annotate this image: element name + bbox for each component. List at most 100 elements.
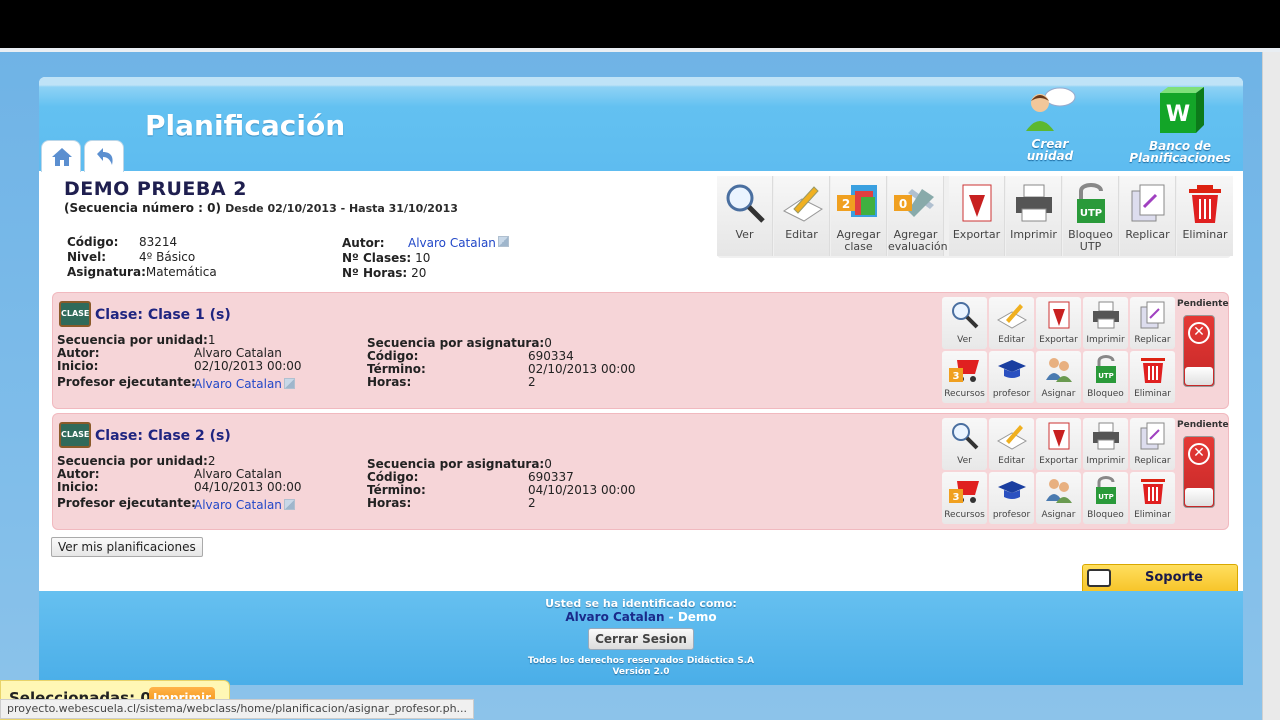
clase-bloqueo-label: Bloqueo <box>1087 389 1124 399</box>
imprimir-label: Imprimir <box>1010 228 1057 241</box>
clase-exportar-label: Exportar <box>1039 335 1078 345</box>
browser-top-strip <box>0 48 1280 52</box>
replicate-icon <box>1140 422 1164 450</box>
external-link-icon[interactable] <box>283 378 295 389</box>
plan-info-left: Código: 83214 Nivel: 4º Básico Asignatura:… <box>67 235 217 280</box>
clases-value: 10 <box>415 251 431 265</box>
clase-imprimir-button[interactable]: Imprimir <box>1083 418 1128 470</box>
back-tab[interactable] <box>84 140 124 172</box>
clase-bloqueo-button[interactable]: UTP Bloqueo <box>1083 351 1128 403</box>
clase-profesor-button[interactable]: profesor <box>989 351 1034 403</box>
recursos-badge: 3 <box>952 371 959 382</box>
agregar-clase-label: Agregar clase <box>836 228 881 253</box>
horas-value: 2 <box>528 375 536 389</box>
clase-recursos-button[interactable]: 3 Recursos <box>942 351 987 403</box>
lock-utp-icon: UTP <box>1095 476 1116 504</box>
clase-editar-label: Editar <box>998 335 1025 345</box>
clase-bloqueo-button[interactable]: UTP Bloqueo <box>1083 472 1128 524</box>
resources-cart-icon: 3 <box>948 481 979 503</box>
profesor-link[interactable]: Alvaro Catalan <box>194 498 282 512</box>
clase-imprimir-label: Imprimir <box>1086 335 1125 345</box>
external-link-icon[interactable] <box>497 236 509 247</box>
inicio-label: Inicio: <box>57 359 99 373</box>
graduation-cap-icon <box>997 481 1026 499</box>
clase-exportar-button[interactable]: Exportar <box>1036 297 1081 349</box>
clase-recursos-label: Recursos <box>944 389 985 399</box>
clase-title[interactable]: Clase: Clase 1 (s) <box>95 307 231 323</box>
agregar-evaluacion-button[interactable]: 0 Agregar evaluación <box>888 176 948 256</box>
clase-ver-button[interactable]: Ver <box>942 297 987 349</box>
clase-exportar-label: Exportar <box>1039 456 1078 466</box>
edit-icon <box>782 186 823 222</box>
clase-exportar-button[interactable]: Exportar <box>1036 418 1081 470</box>
recursos-badge: 3 <box>952 492 959 503</box>
back-arrow-icon <box>97 148 113 165</box>
graduation-cap-icon <box>997 360 1026 378</box>
main-container: Planificación Crear unidad W Banco de Pl… <box>39 77 1243 685</box>
ver-mis-planificaciones-button[interactable]: Ver mis planificaciones <box>51 537 203 557</box>
clase-eliminar-label: Eliminar <box>1134 510 1171 520</box>
clase-ver-label: Ver <box>957 456 972 466</box>
clase-replicar-button[interactable]: Replicar <box>1130 297 1175 349</box>
eliminar-button[interactable]: Eliminar <box>1177 176 1233 256</box>
clase-profesor-button[interactable]: profesor <box>989 472 1034 524</box>
printer-icon <box>1015 184 1052 222</box>
page-footer: Usted se ha identificado como: Alvaro Ca… <box>39 591 1243 685</box>
ver-button[interactable]: Ver <box>717 176 773 256</box>
home-tab[interactable] <box>41 140 81 172</box>
home-icon <box>52 148 72 166</box>
pdf-export-icon <box>962 184 991 222</box>
pendiente-toggle[interactable]: Pendiente ✕ <box>1177 420 1229 520</box>
pendiente-label: Pendiente <box>1177 299 1229 309</box>
editar-button[interactable]: Editar <box>774 176 830 256</box>
banco-planificaciones-button[interactable]: W Banco de Planificaciones <box>1124 85 1236 164</box>
termino-value: 02/10/2013 00:00 <box>528 362 636 376</box>
cerrar-sesion-button[interactable]: Cerrar Sesion <box>588 628 694 650</box>
pendiente-switch[interactable]: ✕ <box>1183 315 1215 387</box>
clase-eliminar-button[interactable]: Eliminar <box>1130 472 1175 524</box>
banco-label: Banco de Planificaciones <box>1129 139 1231 165</box>
exportar-label: Exportar <box>952 228 1001 241</box>
clase-asignar-button[interactable]: Asignar <box>1036 351 1081 403</box>
asignatura-label: Asignatura: <box>67 265 146 279</box>
seq-unidad-label: Secuencia por unidad: <box>57 333 208 347</box>
close-circle-icon: ✕ <box>1188 322 1210 344</box>
asignatura-value: Matemática <box>145 265 217 279</box>
horas-label: Horas: <box>367 496 412 510</box>
termino-label: Término: <box>367 362 426 376</box>
agregar-clase-button[interactable]: 2 Agregar clase <box>831 176 887 256</box>
soporte-button[interactable]: Soporte <box>1082 564 1238 592</box>
clase-editar-button[interactable]: Editar <box>989 418 1034 470</box>
page-scrollbar[interactable] <box>1262 52 1280 720</box>
inicio-label: Inicio: <box>57 480 99 494</box>
clase-imprimir-button[interactable]: Imprimir <box>1083 297 1128 349</box>
exportar-button[interactable]: Exportar <box>949 176 1005 256</box>
editar-label: Editar <box>785 228 818 241</box>
clase-replicar-label: Replicar <box>1134 456 1171 466</box>
autor-label: Autor: <box>57 467 100 481</box>
chat-bubble-icon <box>1087 569 1111 587</box>
external-link-icon[interactable] <box>283 499 295 510</box>
imprimir-button[interactable]: Imprimir <box>1006 176 1062 256</box>
pendiente-label: Pendiente <box>1177 420 1229 430</box>
crear-unidad-button[interactable]: Crear unidad <box>1011 85 1089 162</box>
pendiente-switch[interactable]: ✕ <box>1183 436 1215 508</box>
clase-ver-button[interactable]: Ver <box>942 418 987 470</box>
replicar-button[interactable]: Replicar <box>1120 176 1176 256</box>
clase-asignar-button[interactable]: Asignar <box>1036 472 1081 524</box>
clase-editar-button[interactable]: Editar <box>989 297 1034 349</box>
bloqueo-utp-button[interactable]: UTP Bloqueo UTP <box>1063 176 1119 256</box>
svg-text:UTP: UTP <box>1079 208 1101 219</box>
agregar-clase-badge: 2 <box>841 197 849 211</box>
edit-icon <box>996 304 1027 329</box>
profesor-link[interactable]: Alvaro Catalan <box>194 377 282 391</box>
clase-replicar-button[interactable]: Replicar <box>1130 418 1175 470</box>
clase-eliminar-button[interactable]: Eliminar <box>1130 351 1175 403</box>
pendiente-toggle[interactable]: Pendiente ✕ <box>1177 299 1229 399</box>
clase-recursos-button[interactable]: 3 Recursos <box>942 472 987 524</box>
codigo-label: Código: <box>67 235 119 249</box>
clase-recursos-label: Recursos <box>944 510 985 520</box>
autor-link[interactable]: Alvaro Catalan <box>408 236 496 250</box>
clase-editar-label: Editar <box>998 456 1025 466</box>
clase-title[interactable]: Clase: Clase 2 (s) <box>95 428 231 444</box>
